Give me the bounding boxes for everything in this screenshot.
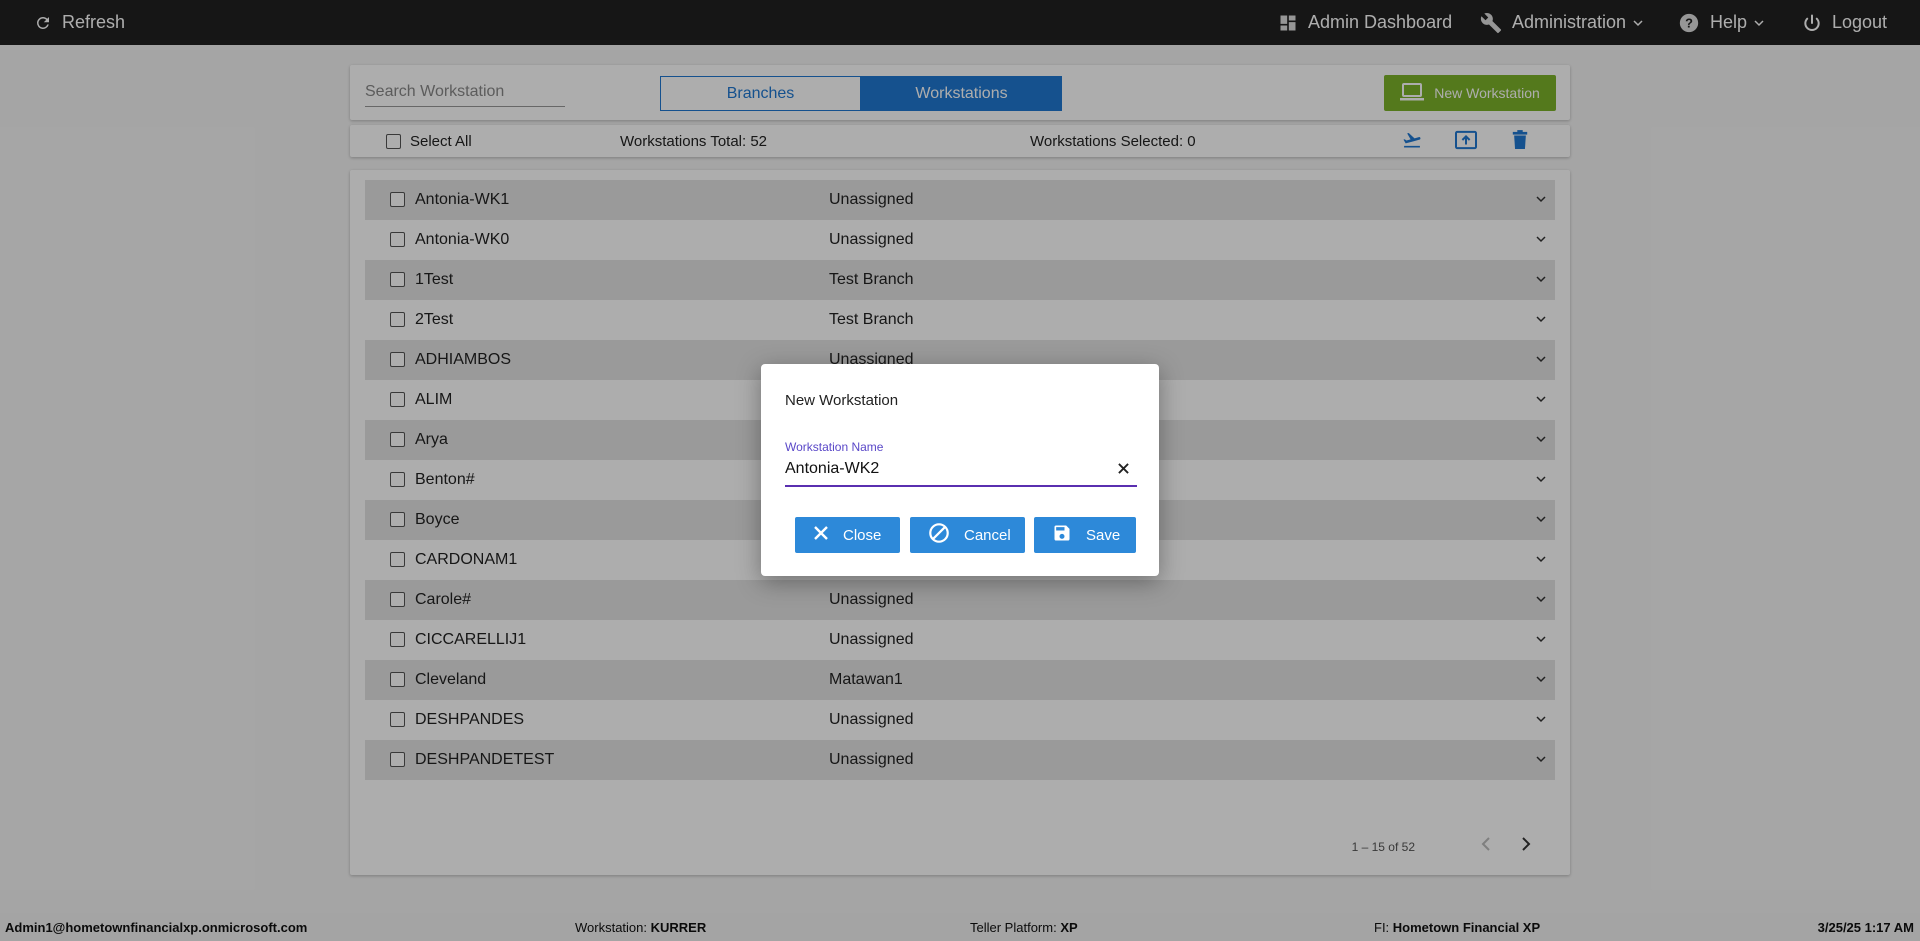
workstation-name-input[interactable]	[785, 458, 1115, 480]
close-icon	[1117, 461, 1129, 479]
workstation-name-label: Workstation Name	[785, 440, 884, 454]
block-icon	[928, 522, 950, 548]
save-icon	[1052, 523, 1072, 547]
clear-input-button[interactable]	[1114, 461, 1132, 479]
new-workstation-dialog: New Workstation Workstation Name Close C…	[761, 364, 1159, 576]
input-underline	[785, 485, 1137, 487]
cancel-label: Cancel	[964, 526, 1011, 544]
save-button[interactable]: Save	[1034, 517, 1136, 553]
close-icon	[813, 525, 829, 545]
save-label: Save	[1086, 526, 1121, 544]
dialog-title: New Workstation	[785, 392, 899, 409]
cancel-button[interactable]: Cancel	[910, 517, 1025, 553]
close-button[interactable]: Close	[795, 517, 900, 553]
close-label: Close	[843, 526, 882, 544]
